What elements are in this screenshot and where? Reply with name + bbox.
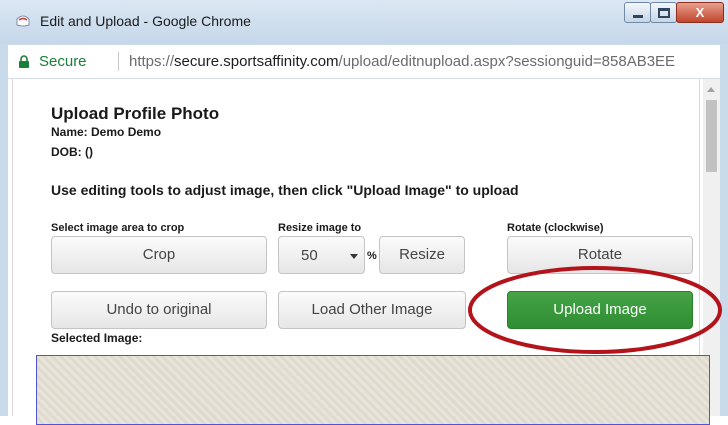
upload-image-button[interactable]: Upload Image (507, 291, 693, 329)
url-scheme: https:// (129, 53, 175, 70)
lock-icon (19, 55, 29, 68)
resize-percent-value: 50 (301, 247, 318, 264)
instructions-text: Use editing tools to adjust image, then … (51, 182, 519, 198)
chrome-icon (16, 15, 30, 27)
resize-percent-select[interactable]: 50 (278, 236, 365, 274)
undo-button[interactable]: Undo to original (51, 291, 267, 329)
page-title: Upload Profile Photo (51, 104, 220, 123)
crop-button[interactable]: Crop (51, 236, 267, 274)
browser-window: Edit and Upload - Google Chrome X Secure… (0, 0, 728, 425)
window-title: Edit and Upload - Google Chrome (40, 13, 251, 29)
maximize-icon[interactable] (650, 2, 677, 23)
profile-dob: DOB: () (51, 145, 93, 159)
url-path: /upload/editnupload.aspx?sessionguid=858… (338, 53, 676, 70)
secure-label[interactable]: Secure (39, 53, 87, 70)
url-text[interactable]: https://secure.sportsaffinity.com/upload… (129, 53, 717, 70)
percent-unit: % (367, 250, 377, 262)
address-divider (118, 52, 119, 71)
url-host: secure.sportsaffinity.com (174, 53, 339, 70)
address-bar[interactable]: Secure https://secure.sportsaffinity.com… (8, 45, 720, 79)
rotate-button[interactable]: Rotate (507, 236, 693, 274)
rotate-label: Rotate (clockwise) (507, 222, 604, 234)
title-bar: Edit and Upload - Google Chrome X (0, 0, 728, 44)
scroll-thumb[interactable] (706, 100, 717, 172)
resize-button[interactable]: Resize (379, 236, 465, 274)
minimize-icon[interactable] (624, 2, 651, 23)
resize-label: Resize image to (278, 222, 362, 234)
selected-image-label: Selected Image: (51, 331, 143, 345)
scroll-up-icon[interactable] (707, 87, 715, 92)
chevron-down-icon (350, 254, 358, 259)
selected-image-preview[interactable] (36, 355, 710, 425)
profile-name: Name: Demo Demo (51, 125, 162, 139)
close-icon: X (695, 5, 705, 20)
crop-label: Select image area to crop (51, 222, 185, 234)
close-button[interactable]: X (676, 2, 724, 23)
load-other-image-button[interactable]: Load Other Image (278, 291, 466, 329)
